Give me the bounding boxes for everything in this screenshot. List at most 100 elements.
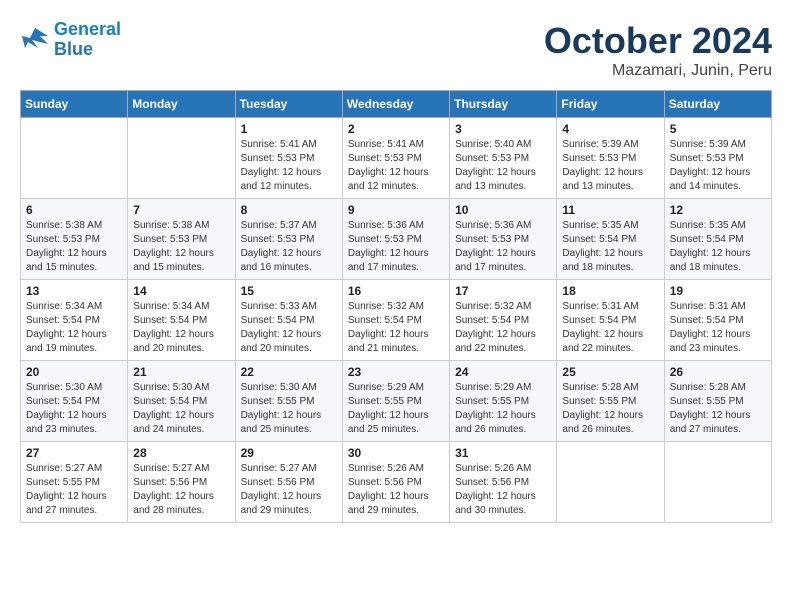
day-number: 10 xyxy=(455,203,551,217)
day-number: 3 xyxy=(455,122,551,136)
day-cell: 14 Sunrise: 5:34 AM Sunset: 5:54 PM Dayli… xyxy=(128,280,235,361)
weekday-header-saturday: Saturday xyxy=(664,91,771,118)
day-cell: 2 Sunrise: 5:41 AM Sunset: 5:53 PM Daylig… xyxy=(342,118,449,199)
day-info: Sunrise: 5:27 AM Sunset: 5:56 PM Dayligh… xyxy=(133,462,229,518)
day-cell: 4 Sunrise: 5:39 AM Sunset: 5:53 PM Daylig… xyxy=(557,118,664,199)
day-number: 11 xyxy=(562,203,658,217)
day-cell: 19 Sunrise: 5:31 AM Sunset: 5:54 PM Dayli… xyxy=(664,280,771,361)
day-info: Sunrise: 5:32 AM Sunset: 5:54 PM Dayligh… xyxy=(348,300,444,356)
day-number: 16 xyxy=(348,284,444,298)
month-title: October 2024 xyxy=(544,20,772,62)
day-info: Sunrise: 5:29 AM Sunset: 5:55 PM Dayligh… xyxy=(455,381,551,437)
logo-text: General Blue xyxy=(54,20,121,60)
week-row-4: 20Sunrise: 5:30 AM Sunset: 5:54 PM Dayli… xyxy=(21,361,772,442)
day-cell: 3 Sunrise: 5:40 AM Sunset: 5:53 PM Daylig… xyxy=(450,118,557,199)
day-number: 23 xyxy=(348,365,444,379)
week-row-2: 6 Sunrise: 5:38 AM Sunset: 5:53 PM Daylig… xyxy=(21,199,772,280)
day-cell: 10 Sunrise: 5:36 AM Sunset: 5:53 PM Dayli… xyxy=(450,199,557,280)
day-cell: 22Sunrise: 5:30 AM Sunset: 5:55 PM Dayli… xyxy=(235,361,342,442)
day-cell: 12 Sunrise: 5:35 AM Sunset: 5:54 PM Dayli… xyxy=(664,199,771,280)
day-cell: 26 Sunrise: 5:28 AM Sunset: 5:55 PM Dayli… xyxy=(664,361,771,442)
day-cell: 20Sunrise: 5:30 AM Sunset: 5:54 PM Dayli… xyxy=(21,361,128,442)
day-cell: 18Sunrise: 5:31 AM Sunset: 5:54 PM Dayli… xyxy=(557,280,664,361)
day-number: 27 xyxy=(26,446,122,460)
weekday-header-monday: Monday xyxy=(128,91,235,118)
day-number: 1 xyxy=(241,122,337,136)
weekday-header-thursday: Thursday xyxy=(450,91,557,118)
day-cell: 21 Sunrise: 5:30 AM Sunset: 5:54 PM Dayli… xyxy=(128,361,235,442)
day-info: Sunrise: 5:39 AM Sunset: 5:53 PM Dayligh… xyxy=(562,138,658,194)
calendar-table: SundayMondayTuesdayWednesdayThursdayFrid… xyxy=(20,90,772,523)
day-number: 15 xyxy=(241,284,337,298)
day-info: Sunrise: 5:30 AM Sunset: 5:54 PM Dayligh… xyxy=(133,381,229,437)
day-info: Sunrise: 5:28 AM Sunset: 5:55 PM Dayligh… xyxy=(670,381,766,437)
day-info: Sunrise: 5:38 AM Sunset: 5:53 PM Dayligh… xyxy=(133,219,229,275)
day-info: Sunrise: 5:34 AM Sunset: 5:54 PM Dayligh… xyxy=(133,300,229,356)
day-info: Sunrise: 5:35 AM Sunset: 5:54 PM Dayligh… xyxy=(670,219,766,275)
day-cell: 11 Sunrise: 5:35 AM Sunset: 5:54 PM Dayli… xyxy=(557,199,664,280)
day-number: 6 xyxy=(26,203,122,217)
day-cell xyxy=(21,118,128,199)
day-number: 4 xyxy=(562,122,658,136)
day-info: Sunrise: 5:41 AM Sunset: 5:53 PM Dayligh… xyxy=(348,138,444,194)
day-info: Sunrise: 5:31 AM Sunset: 5:54 PM Dayligh… xyxy=(670,300,766,356)
day-cell: 16 Sunrise: 5:32 AM Sunset: 5:54 PM Dayli… xyxy=(342,280,449,361)
day-cell: 27 Sunrise: 5:27 AM Sunset: 5:55 PM Dayli… xyxy=(21,442,128,523)
day-number: 26 xyxy=(670,365,766,379)
day-info: Sunrise: 5:31 AM Sunset: 5:54 PM Dayligh… xyxy=(562,300,658,356)
weekday-header-wednesday: Wednesday xyxy=(342,91,449,118)
day-number: 7 xyxy=(133,203,229,217)
week-row-5: 27 Sunrise: 5:27 AM Sunset: 5:55 PM Dayli… xyxy=(21,442,772,523)
weekday-header-friday: Friday xyxy=(557,91,664,118)
day-number: 13 xyxy=(26,284,122,298)
day-info: Sunrise: 5:36 AM Sunset: 5:53 PM Dayligh… xyxy=(348,219,444,275)
day-info: Sunrise: 5:26 AM Sunset: 5:56 PM Dayligh… xyxy=(348,462,444,518)
weekday-header-row: SundayMondayTuesdayWednesdayThursdayFrid… xyxy=(21,91,772,118)
day-number: 9 xyxy=(348,203,444,217)
day-cell: 28 Sunrise: 5:27 AM Sunset: 5:56 PM Dayli… xyxy=(128,442,235,523)
day-cell: 15 Sunrise: 5:33 AM Sunset: 5:54 PM Dayli… xyxy=(235,280,342,361)
day-info: Sunrise: 5:29 AM Sunset: 5:55 PM Dayligh… xyxy=(348,381,444,437)
day-cell: 1Sunrise: 5:41 AM Sunset: 5:53 PM Daylig… xyxy=(235,118,342,199)
day-info: Sunrise: 5:39 AM Sunset: 5:53 PM Dayligh… xyxy=(670,138,766,194)
day-info: Sunrise: 5:40 AM Sunset: 5:53 PM Dayligh… xyxy=(455,138,551,194)
day-info: Sunrise: 5:37 AM Sunset: 5:53 PM Dayligh… xyxy=(241,219,337,275)
day-number: 17 xyxy=(455,284,551,298)
weekday-header-tuesday: Tuesday xyxy=(235,91,342,118)
day-number: 21 xyxy=(133,365,229,379)
day-cell: 24 Sunrise: 5:29 AM Sunset: 5:55 PM Dayli… xyxy=(450,361,557,442)
week-row-1: 1 Sunrise: 5:41 AM Sunset: 5:53 PM Daylig… xyxy=(21,118,772,199)
day-cell: 30Sunrise: 5:26 AM Sunset: 5:56 PM Dayli… xyxy=(342,442,449,523)
location-title: Mazamari, Junin, Peru xyxy=(544,62,772,80)
day-cell: 29Sunrise: 5:27 AM Sunset: 5:56 PM Dayli… xyxy=(235,442,342,523)
day-info: Sunrise: 5:26 AM Sunset: 5:56 PM Dayligh… xyxy=(455,462,551,518)
day-info: Sunrise: 5:32 AM Sunset: 5:54 PM Dayligh… xyxy=(455,300,551,356)
day-cell xyxy=(128,118,235,199)
day-info: Sunrise: 5:33 AM Sunset: 5:54 PM Dayligh… xyxy=(241,300,337,356)
day-info: Sunrise: 5:36 AM Sunset: 5:53 PM Dayligh… xyxy=(455,219,551,275)
day-cell: 31Sunrise: 5:26 AM Sunset: 5:56 PM Dayli… xyxy=(450,442,557,523)
day-number: 28 xyxy=(133,446,229,460)
day-info: Sunrise: 5:30 AM Sunset: 5:54 PM Dayligh… xyxy=(26,381,122,437)
week-row-3: 13 Sunrise: 5:34 AM Sunset: 5:54 PM Dayli… xyxy=(21,280,772,361)
day-cell xyxy=(664,442,771,523)
title-area: October 2024 Mazamari, Junin, Peru xyxy=(544,20,772,80)
day-number: 8 xyxy=(241,203,337,217)
day-cell: 17 Sunrise: 5:32 AM Sunset: 5:54 PM Dayli… xyxy=(450,280,557,361)
day-number: 5 xyxy=(670,122,766,136)
day-number: 19 xyxy=(670,284,766,298)
weekday-header-sunday: Sunday xyxy=(21,91,128,118)
day-info: Sunrise: 5:38 AM Sunset: 5:53 PM Dayligh… xyxy=(26,219,122,275)
day-number: 22 xyxy=(241,365,337,379)
day-number: 2 xyxy=(348,122,444,136)
day-cell: 9 Sunrise: 5:36 AM Sunset: 5:53 PM Daylig… xyxy=(342,199,449,280)
day-info: Sunrise: 5:35 AM Sunset: 5:54 PM Dayligh… xyxy=(562,219,658,275)
day-number: 24 xyxy=(455,365,551,379)
day-cell: 25Sunrise: 5:28 AM Sunset: 5:55 PM Dayli… xyxy=(557,361,664,442)
day-info: Sunrise: 5:27 AM Sunset: 5:55 PM Dayligh… xyxy=(26,462,122,518)
day-number: 12 xyxy=(670,203,766,217)
logo-bird-icon xyxy=(20,26,50,54)
day-info: Sunrise: 5:34 AM Sunset: 5:54 PM Dayligh… xyxy=(26,300,122,356)
day-number: 29 xyxy=(241,446,337,460)
day-number: 14 xyxy=(133,284,229,298)
